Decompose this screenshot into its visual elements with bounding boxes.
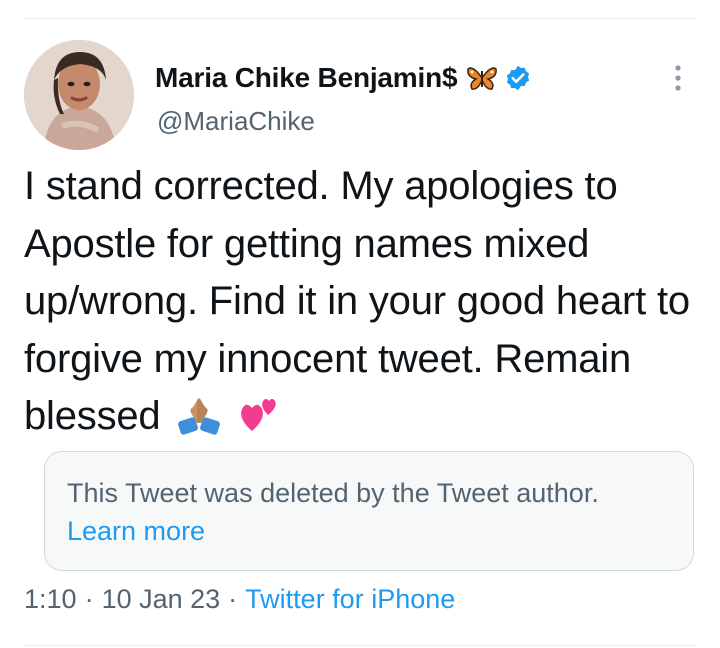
avatar-image	[24, 40, 134, 150]
butterfly-icon	[467, 67, 498, 90]
top-divider	[24, 18, 696, 19]
meta-separator-2: ·	[228, 584, 238, 614]
learn-more-link[interactable]: Learn more	[67, 512, 671, 550]
author-handle[interactable]: @MariaChike	[157, 106, 315, 137]
tweet-source-link[interactable]: Twitter for iPhone	[245, 584, 455, 615]
author-name-row[interactable]: Maria Chike Benjamin$	[155, 60, 532, 96]
folded-hands-icon	[178, 398, 221, 435]
tweet-time[interactable]: 1:10	[24, 584, 77, 615]
author-display-name[interactable]: Maria Chike Benjamin$	[155, 62, 458, 94]
deleted-tweet-text: This Tweet was deleted by the Tweet auth…	[67, 478, 599, 508]
bottom-divider	[24, 645, 696, 646]
avatar[interactable]	[24, 40, 134, 150]
more-options-icon[interactable]	[672, 62, 684, 94]
tweet-metadata: 1:10 · 10 Jan 23 · Twitter for iPhone	[24, 584, 455, 615]
tweet-body: I stand corrected. My apologies to Apost…	[24, 164, 690, 438]
verified-badge-icon	[507, 65, 530, 91]
tweet-date[interactable]: 10 Jan 23	[102, 584, 221, 615]
tweet-text: I stand corrected. My apologies to Apost…	[24, 158, 704, 446]
deleted-tweet-notice: This Tweet was deleted by the Tweet auth…	[44, 451, 694, 571]
meta-separator: ·	[84, 584, 94, 614]
two-hearts-icon	[241, 399, 277, 431]
